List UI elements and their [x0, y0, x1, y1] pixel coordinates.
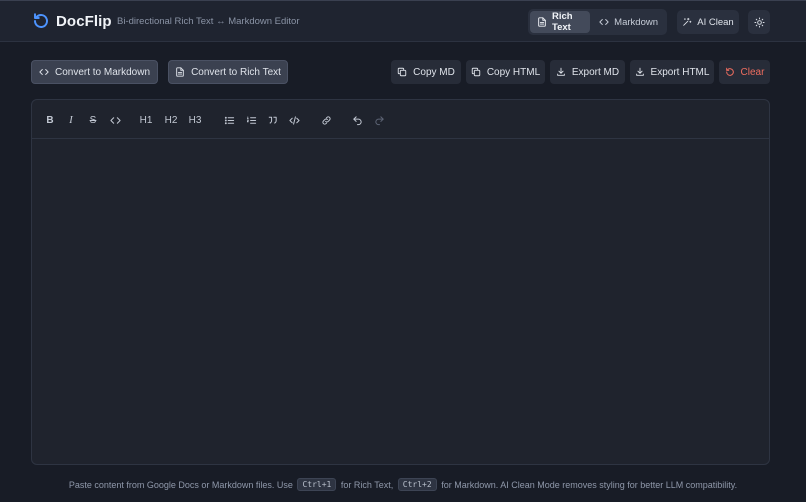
bullet-list-icon	[224, 115, 235, 126]
numbered-list-button[interactable]	[243, 111, 259, 129]
copy-md-button[interactable]: Copy MD	[391, 60, 461, 84]
code-icon	[599, 17, 609, 27]
footer-text-1: Paste content from Google Docs or Markdo…	[68, 480, 293, 490]
copy-md-label: Copy MD	[413, 66, 455, 78]
app-tagline: Bi-directional Rich Text ↔ Markdown Edit…	[117, 16, 300, 27]
tab-markdown-label: Markdown	[614, 16, 658, 28]
export-html-button[interactable]: Export HTML	[630, 60, 714, 84]
shortcut-ctrl-2: Ctrl+2	[397, 478, 437, 491]
mode-switch: Rich Text Markdown	[528, 9, 667, 35]
copy-html-button[interactable]: Copy HTML	[466, 60, 545, 84]
footer-text-2: for Rich Text,	[340, 480, 394, 490]
redo-button[interactable]	[371, 111, 387, 129]
editor-panel: B I S H1 H2 H3	[31, 99, 770, 465]
document-icon	[537, 17, 547, 27]
clear-button[interactable]: Clear	[719, 60, 770, 84]
formatting-toolbar: B I S H1 H2 H3	[32, 100, 769, 139]
footer-text-3: for Markdown. AI Clean Mode removes styl…	[441, 480, 738, 490]
heading-1-button[interactable]: H1	[138, 111, 154, 129]
download-icon	[556, 67, 566, 77]
app-name: DocFlip	[56, 12, 112, 30]
italic-button[interactable]: I	[63, 111, 79, 129]
convert-to-markdown-button[interactable]: Convert to Markdown	[31, 60, 158, 84]
convert-to-markdown-label: Convert to Markdown	[54, 66, 151, 78]
heading-2-button[interactable]: H2	[163, 111, 179, 129]
editor-content-area[interactable]	[32, 140, 769, 465]
document-icon	[175, 67, 185, 77]
link-button[interactable]	[318, 111, 334, 129]
blockquote-button[interactable]	[264, 111, 280, 129]
link-icon	[321, 115, 332, 126]
tab-rich-text[interactable]: Rich Text	[530, 11, 591, 33]
copy-icon	[471, 67, 481, 77]
redo-icon	[374, 115, 385, 126]
bold-button[interactable]: B	[42, 111, 58, 129]
code-icon	[109, 115, 121, 126]
copy-icon	[397, 67, 407, 77]
logo: DocFlip	[32, 12, 112, 30]
ai-clean-label: AI Clean	[697, 16, 734, 28]
code-block-button[interactable]	[286, 111, 302, 129]
undo-icon	[352, 115, 363, 126]
export-md-button[interactable]: Export MD	[550, 60, 625, 84]
convert-to-rich-text-button[interactable]: Convert to Rich Text	[168, 60, 288, 84]
help-footer: Paste content from Google Docs or Markdo…	[0, 478, 806, 494]
clear-label: Clear	[740, 66, 765, 78]
refresh-logo-icon	[32, 12, 50, 30]
code-icon	[39, 67, 49, 77]
convert-to-rich-text-label: Convert to Rich Text	[191, 66, 281, 78]
strikethrough-button[interactable]: S	[85, 111, 101, 129]
ai-clean-button[interactable]: AI Clean	[677, 10, 739, 34]
theme-toggle-button[interactable]	[748, 10, 770, 34]
tab-markdown[interactable]: Markdown	[592, 11, 665, 33]
undo-button[interactable]	[349, 111, 365, 129]
copy-html-label: Copy HTML	[486, 66, 541, 78]
app-header: DocFlip Bi-directional Rich Text ↔ Markd…	[0, 0, 806, 42]
export-html-label: Export HTML	[650, 66, 710, 78]
sun-icon	[753, 16, 765, 28]
code-slash-icon	[288, 115, 300, 126]
shortcut-ctrl-1: Ctrl+1	[297, 478, 337, 491]
bullet-list-button[interactable]	[221, 111, 237, 129]
numbered-list-icon	[246, 115, 257, 126]
heading-3-button[interactable]: H3	[187, 111, 203, 129]
quote-icon	[267, 115, 278, 126]
tab-rich-text-label: Rich Text	[552, 11, 573, 33]
export-md-label: Export MD	[571, 66, 620, 78]
rotate-ccw-icon	[725, 67, 735, 77]
download-icon	[635, 67, 645, 77]
inline-code-button[interactable]	[107, 111, 123, 129]
sparkles-icon	[682, 17, 692, 27]
